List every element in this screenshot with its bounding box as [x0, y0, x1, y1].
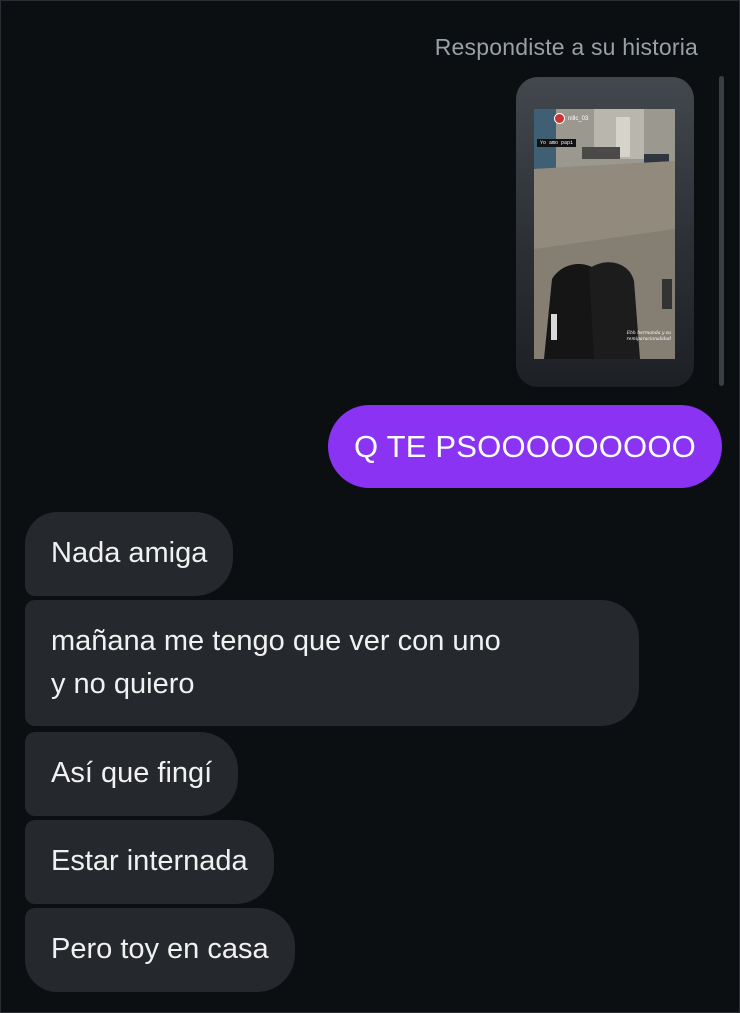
incoming-message[interactable]: mañana me tengo que ver con uno y no qui…: [25, 600, 639, 726]
message-text: Q TE PSOOOOOOOOO: [354, 428, 696, 464]
message-text: Así que fingí: [51, 757, 213, 789]
scrollbar[interactable]: [719, 76, 724, 386]
message-text: Nada amiga: [51, 537, 208, 569]
story-reply-caption: Respondiste a su historia: [434, 34, 698, 60]
incoming-message[interactable]: Así que fingí: [25, 732, 239, 816]
story-text-sticker: Yo amo papi: [537, 139, 577, 147]
story-preview-card[interactable]: nillc_03 Yo amo papi Ehh hermanda y su r…: [516, 77, 694, 387]
story-username: nillc_03: [568, 115, 589, 122]
message-text: mañana me tengo que ver con uno y no qui…: [51, 625, 501, 700]
chat-thread: Respondiste a su historia nillc_03 Yo am…: [0, 0, 740, 1013]
story-image: nillc_03 Yo amo papi Ehh hermanda y su r…: [534, 109, 675, 359]
message-text: Pero toy en casa: [51, 933, 269, 965]
message-text: Estar internada: [51, 845, 248, 877]
outgoing-message[interactable]: Q TE PSOOOOOOOOO: [328, 405, 722, 488]
incoming-message[interactable]: Estar internada: [25, 820, 274, 904]
story-caption: Ehh hermanda y su remiparacionalidad: [626, 331, 672, 342]
incoming-message[interactable]: Pero toy en casa: [25, 908, 295, 992]
avatar: [554, 113, 565, 124]
story-header: nillc_03: [554, 113, 588, 124]
incoming-message[interactable]: Nada amiga: [25, 512, 234, 596]
